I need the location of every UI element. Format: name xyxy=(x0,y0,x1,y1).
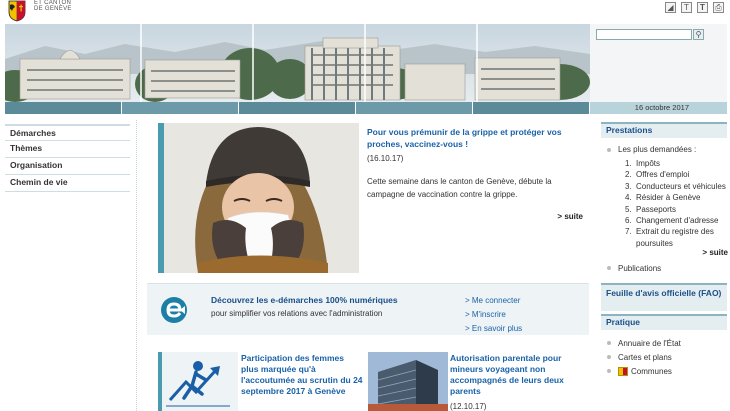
list-item[interactable]: 3. Conducteurs et véhicules xyxy=(625,181,727,192)
print-icon[interactable]: ⎙ xyxy=(713,2,724,13)
register-link[interactable]: > M'inscrire xyxy=(465,308,522,322)
featured-article-text: Cette semaine dans le canton de Genève, … xyxy=(367,177,552,199)
contrast-icon[interactable]: ◢ xyxy=(665,2,676,13)
news-item-title-minors[interactable]: Autorisation parentale pour mineurs voya… xyxy=(450,353,582,397)
nav-item-demarches[interactable]: Démarches xyxy=(5,124,130,141)
top-bar: ET CANTON DE GENÈVE ◢ T T ⎙ xyxy=(0,0,730,24)
featured-article: Pour vous prémunir de la grippe et proté… xyxy=(147,123,589,275)
prestations-more-link[interactable]: > suite xyxy=(601,248,728,257)
list-item[interactable]: 1. Impôts xyxy=(625,158,727,169)
list-item[interactable]: 5. Passeports xyxy=(625,204,727,215)
right-sidebar: Prestations Les plus demandées : 1. Impôt… xyxy=(601,122,728,378)
list-item[interactable]: 7. Extrait du registre des poursuites xyxy=(625,226,727,249)
most-requested-label: Les plus demandées : xyxy=(601,145,727,154)
publications-label: Publications xyxy=(618,263,662,273)
nav-item-organisation[interactable]: Organisation xyxy=(5,158,130,175)
logo-text: ET CANTON DE GENÈVE xyxy=(34,0,72,12)
geneva-coat-of-arms-logo[interactable] xyxy=(6,0,28,22)
featured-article-date: (16.10.17) xyxy=(367,154,404,163)
bullet-icon xyxy=(607,369,611,374)
annuaire-link[interactable]: Annuaire de l'État xyxy=(601,336,727,350)
most-requested-list: 1. Impôts 2. Offres d'emploi 3. Conducteurs… xyxy=(601,158,727,249)
search-area: ⚲ xyxy=(590,24,727,102)
e-demarches-box: Découvrez les e-démarches 100% numérique… xyxy=(147,283,589,335)
featured-article-more-link[interactable]: > suite xyxy=(557,212,583,221)
news-item-date-minors: (12.10.17) xyxy=(450,402,487,411)
header-banner-image xyxy=(5,24,590,102)
publications-link[interactable]: Publications xyxy=(601,261,727,275)
list-item[interactable]: 4. Résider à Genève xyxy=(625,192,727,203)
list-item[interactable]: 2. Offres d'emploi xyxy=(625,169,727,180)
accessibility-tools: ◢ T T ⎙ xyxy=(665,2,724,13)
current-date: 16 octobre 2017 xyxy=(590,102,727,114)
prestations-heading: Prestations xyxy=(601,122,727,138)
bullet-icon xyxy=(607,341,611,346)
pratique-heading: Pratique xyxy=(601,314,727,331)
left-navigation: Démarches Thèmes Organisation Chemin de … xyxy=(5,124,130,192)
e-demarches-title: Découvrez les e-démarches 100% numérique… xyxy=(211,295,398,305)
bullet-icon xyxy=(607,266,611,271)
news-item-image-minors[interactable] xyxy=(368,352,448,411)
featured-article-image[interactable] xyxy=(158,123,359,273)
most-requested-text: Les plus demandées : xyxy=(618,145,697,154)
nav-item-themes[interactable]: Thèmes xyxy=(5,141,130,158)
maps-link[interactable]: Cartes et plans xyxy=(601,350,727,364)
nav-item-chemin-de-vie[interactable]: Chemin de vie xyxy=(5,175,130,192)
maps-label: Cartes et plans xyxy=(618,352,672,362)
annuaire-label: Annuaire de l'État xyxy=(618,338,681,348)
learn-more-link[interactable]: > En savoir plus xyxy=(465,322,522,336)
communes-link[interactable]: Communes xyxy=(601,364,727,378)
news-item-title-voting[interactable]: Participation des femmes plus marquée qu… xyxy=(241,353,363,397)
login-link[interactable]: > Me connecter xyxy=(465,294,522,308)
e-demarches-subtitle: pour simplifier vos relations avec l'adm… xyxy=(211,309,383,318)
communes-label: Communes xyxy=(631,366,672,376)
list-item[interactable]: 6. Changement d'adresse xyxy=(625,215,727,226)
fao-heading[interactable]: Feuille d'avis officielle (FAO) xyxy=(601,283,727,312)
column-divider xyxy=(136,120,137,411)
text-larger-icon[interactable]: T xyxy=(697,2,708,13)
text-smaller-icon[interactable]: T xyxy=(681,2,692,13)
featured-article-title[interactable]: Pour vous prémunir de la grippe et proté… xyxy=(367,126,582,150)
news-item-image-voting[interactable] xyxy=(158,352,238,411)
search-input[interactable] xyxy=(596,29,692,40)
bullet-icon xyxy=(607,147,611,152)
e-demarches-icon xyxy=(160,296,188,324)
search-icon[interactable]: ⚲ xyxy=(693,29,704,40)
banner-stripe xyxy=(5,102,590,114)
logo-text-line2: DE GENÈVE xyxy=(34,6,72,12)
e-demarches-links: > Me connecter > M'inscrire > En savoir … xyxy=(465,294,522,336)
communes-flag-icon xyxy=(618,366,628,376)
bullet-icon xyxy=(607,355,611,360)
news-list: Participation des femmes plus marquée qu… xyxy=(147,352,589,411)
